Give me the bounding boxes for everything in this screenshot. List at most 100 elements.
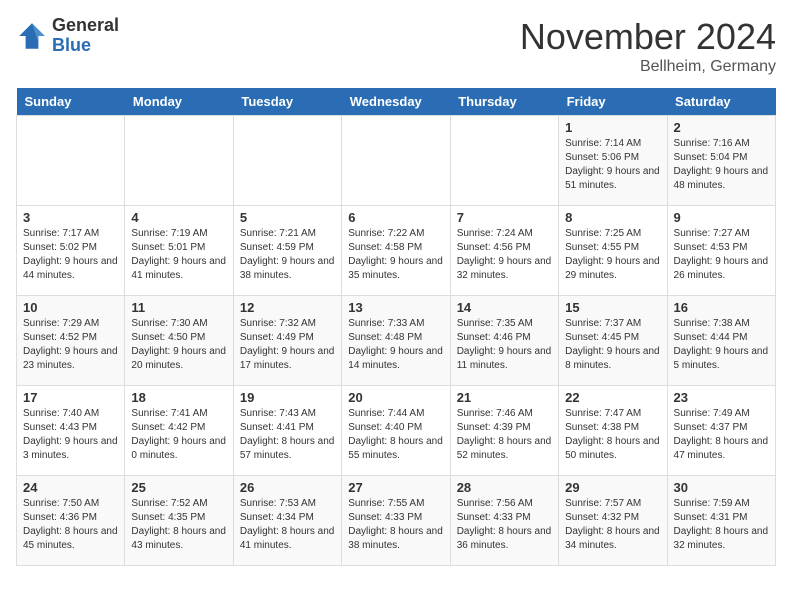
table-row: 26 Sunrise: 7:53 AM Sunset: 4:34 PM Dayli…	[233, 476, 341, 566]
table-row: 22Sunrise: 7:47 AM Sunset: 4:38 PM Dayli…	[559, 386, 667, 476]
day-number: 17	[23, 390, 118, 405]
day-info: Sunrise: 7:38 AM Sunset: 4:44 PM Dayligh…	[674, 317, 769, 373]
day-info: Sunrise: 7:37 AM Sunset: 4:45 PM Dayligh…	[565, 317, 660, 373]
table-row: 9 Sunrise: 7:27 AM Sunset: 4:53 PM Daylig…	[667, 206, 775, 296]
day-info: Sunrise: 7:17 AM Sunset: 5:02 PM Dayligh…	[23, 227, 118, 283]
table-row: 16Sunrise: 7:38 AM Sunset: 4:44 PM Dayli…	[667, 296, 775, 386]
table-row: 6Sunrise: 7:22 AM Sunset: 4:58 PM Daylig…	[342, 206, 450, 296]
day-number: 27	[348, 480, 443, 495]
day-number: 2	[674, 120, 769, 135]
header-wednesday: Wednesday	[342, 88, 450, 116]
logo-icon	[16, 20, 48, 52]
table-row: 10 Sunrise: 7:29 AM Sunset: 4:52 PM Dayli…	[17, 296, 125, 386]
table-row: 28 Sunrise: 7:56 AM Sunset: 4:33 PM Dayli…	[450, 476, 558, 566]
day-number: 18	[131, 390, 226, 405]
day-number: 20	[348, 390, 443, 405]
header-sunday: Sunday	[17, 88, 125, 116]
table-row	[342, 116, 450, 206]
day-info: Sunrise: 7:33 AM Sunset: 4:48 PM Dayligh…	[348, 317, 443, 373]
day-info: Sunrise: 7:53 AM Sunset: 4:34 PM Dayligh…	[240, 497, 335, 553]
day-info: Sunrise: 7:21 AM Sunset: 4:59 PM Dayligh…	[240, 227, 335, 283]
day-number: 9	[674, 210, 769, 225]
header-thursday: Thursday	[450, 88, 558, 116]
table-row: 21 Sunrise: 7:46 AM Sunset: 4:39 PM Dayli…	[450, 386, 558, 476]
day-info: Sunrise: 7:16 AM Sunset: 5:04 PM Dayligh…	[674, 137, 769, 193]
table-row: 11 Sunrise: 7:30 AM Sunset: 4:50 PM Dayli…	[125, 296, 233, 386]
table-row: 30 Sunrise: 7:59 AM Sunset: 4:31 PM Dayli…	[667, 476, 775, 566]
day-info: Sunrise: 7:43 AM Sunset: 4:41 PM Dayligh…	[240, 407, 335, 463]
day-info: Sunrise: 7:14 AM Sunset: 5:06 PM Dayligh…	[565, 137, 660, 193]
table-row: 3 Sunrise: 7:17 AM Sunset: 5:02 PM Daylig…	[17, 206, 125, 296]
day-number: 13	[348, 300, 443, 315]
page-header: General Blue November 2024 Bellheim, Ger…	[16, 16, 776, 76]
day-info: Sunrise: 7:55 AM Sunset: 4:33 PM Dayligh…	[348, 497, 443, 553]
table-row: 5 Sunrise: 7:21 AM Sunset: 4:59 PM Daylig…	[233, 206, 341, 296]
calendar-body: 1Sunrise: 7:14 AM Sunset: 5:06 PM Daylig…	[17, 116, 776, 566]
table-row: 15 Sunrise: 7:37 AM Sunset: 4:45 PM Dayli…	[559, 296, 667, 386]
table-row: 13 Sunrise: 7:33 AM Sunset: 4:48 PM Dayli…	[342, 296, 450, 386]
day-info: Sunrise: 7:50 AM Sunset: 4:36 PM Dayligh…	[23, 497, 118, 553]
day-info: Sunrise: 7:57 AM Sunset: 4:32 PM Dayligh…	[565, 497, 660, 553]
day-info: Sunrise: 7:35 AM Sunset: 4:46 PM Dayligh…	[457, 317, 552, 373]
header-tuesday: Tuesday	[233, 88, 341, 116]
calendar-header: Sunday Monday Tuesday Wednesday Thursday…	[17, 88, 776, 116]
day-number: 22	[565, 390, 660, 405]
day-info: Sunrise: 7:40 AM Sunset: 4:43 PM Dayligh…	[23, 407, 118, 463]
day-info: Sunrise: 7:19 AM Sunset: 5:01 PM Dayligh…	[131, 227, 226, 283]
day-info: Sunrise: 7:44 AM Sunset: 4:40 PM Dayligh…	[348, 407, 443, 463]
logo-blue-text: Blue	[52, 36, 119, 56]
day-info: Sunrise: 7:52 AM Sunset: 4:35 PM Dayligh…	[131, 497, 226, 553]
table-row: 29 Sunrise: 7:57 AM Sunset: 4:32 PM Dayli…	[559, 476, 667, 566]
day-number: 10	[23, 300, 118, 315]
day-number: 4	[131, 210, 226, 225]
table-row: 14Sunrise: 7:35 AM Sunset: 4:46 PM Dayli…	[450, 296, 558, 386]
day-number: 8	[565, 210, 660, 225]
day-info: Sunrise: 7:59 AM Sunset: 4:31 PM Dayligh…	[674, 497, 769, 553]
day-info: Sunrise: 7:49 AM Sunset: 4:37 PM Dayligh…	[674, 407, 769, 463]
day-info: Sunrise: 7:30 AM Sunset: 4:50 PM Dayligh…	[131, 317, 226, 373]
table-row: 1Sunrise: 7:14 AM Sunset: 5:06 PM Daylig…	[559, 116, 667, 206]
calendar-table: Sunday Monday Tuesday Wednesday Thursday…	[16, 88, 776, 566]
header-monday: Monday	[125, 88, 233, 116]
day-number: 19	[240, 390, 335, 405]
day-number: 26	[240, 480, 335, 495]
day-number: 28	[457, 480, 552, 495]
day-info: Sunrise: 7:46 AM Sunset: 4:39 PM Dayligh…	[457, 407, 552, 463]
day-info: Sunrise: 7:27 AM Sunset: 4:53 PM Dayligh…	[674, 227, 769, 283]
day-number: 30	[674, 480, 769, 495]
table-row: 24 Sunrise: 7:50 AM Sunset: 4:36 PM Dayli…	[17, 476, 125, 566]
table-row: 4 Sunrise: 7:19 AM Sunset: 5:01 PM Daylig…	[125, 206, 233, 296]
location-title: Bellheim, Germany	[520, 58, 776, 76]
day-number: 5	[240, 210, 335, 225]
table-row: 23 Sunrise: 7:49 AM Sunset: 4:37 PM Dayli…	[667, 386, 775, 476]
day-number: 23	[674, 390, 769, 405]
day-number: 11	[131, 300, 226, 315]
day-number: 24	[23, 480, 118, 495]
title-block: November 2024 Bellheim, Germany	[520, 16, 776, 76]
day-info: Sunrise: 7:41 AM Sunset: 4:42 PM Dayligh…	[131, 407, 226, 463]
day-info: Sunrise: 7:32 AM Sunset: 4:49 PM Dayligh…	[240, 317, 335, 373]
day-number: 15	[565, 300, 660, 315]
table-row: 25 Sunrise: 7:52 AM Sunset: 4:35 PM Dayli…	[125, 476, 233, 566]
table-row: 8 Sunrise: 7:25 AM Sunset: 4:55 PM Daylig…	[559, 206, 667, 296]
header-friday: Friday	[559, 88, 667, 116]
header-saturday: Saturday	[667, 88, 775, 116]
day-info: Sunrise: 7:56 AM Sunset: 4:33 PM Dayligh…	[457, 497, 552, 553]
logo: General Blue	[16, 16, 119, 56]
day-number: 29	[565, 480, 660, 495]
table-row	[125, 116, 233, 206]
day-number: 12	[240, 300, 335, 315]
table-row	[17, 116, 125, 206]
day-number: 6	[348, 210, 443, 225]
day-number: 25	[131, 480, 226, 495]
table-row: 20 Sunrise: 7:44 AM Sunset: 4:40 PM Dayli…	[342, 386, 450, 476]
table-row: 2 Sunrise: 7:16 AM Sunset: 5:04 PM Daylig…	[667, 116, 775, 206]
day-number: 7	[457, 210, 552, 225]
table-row: 17 Sunrise: 7:40 AM Sunset: 4:43 PM Dayli…	[17, 386, 125, 476]
day-info: Sunrise: 7:29 AM Sunset: 4:52 PM Dayligh…	[23, 317, 118, 373]
day-number: 21	[457, 390, 552, 405]
table-row: 12 Sunrise: 7:32 AM Sunset: 4:49 PM Dayli…	[233, 296, 341, 386]
table-row	[450, 116, 558, 206]
day-info: Sunrise: 7:25 AM Sunset: 4:55 PM Dayligh…	[565, 227, 660, 283]
day-number: 3	[23, 210, 118, 225]
